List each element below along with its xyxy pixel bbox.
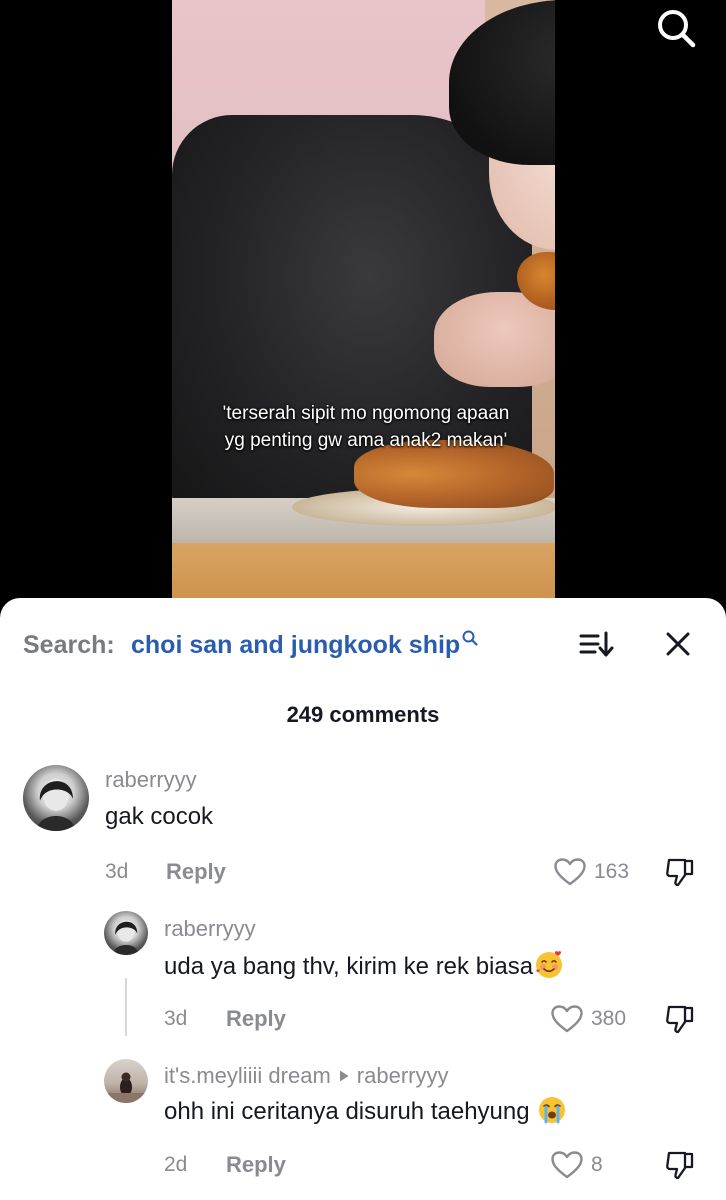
caret-right-icon <box>339 1070 349 1082</box>
comments-count: 249 comments <box>286 702 440 727</box>
comment-username[interactable]: it's.meyliiii dream raberryyy <box>164 1063 448 1089</box>
reply-to-username[interactable]: raberryyy <box>357 1063 449 1088</box>
sort-icon[interactable] <box>578 629 614 659</box>
comment-username[interactable]: raberryyy <box>105 767 197 793</box>
comments-sheet: Search: choi san and jungkook ship 249 c… <box>0 598 726 1200</box>
avatar[interactable] <box>104 1059 148 1103</box>
comment-time: 3d <box>105 860 129 883</box>
reply-item: it's.meyliiii dream raberryyy ohh ini cer… <box>0 1056 726 1200</box>
close-icon[interactable] <box>664 630 692 658</box>
comments-header: Search: choi san and jungkook ship 249 c… <box>0 598 726 727</box>
like-count: 380 <box>591 1007 627 1030</box>
heart-icon[interactable] <box>550 1004 584 1034</box>
search-label: Search: <box>23 631 115 659</box>
video-player[interactable]: 'terserah sipit mo ngomong apaan yg pent… <box>0 0 726 620</box>
related-search-text[interactable]: choi san and jungkook ship <box>131 631 460 659</box>
reply-author[interactable]: it's.meyliiii dream <box>164 1063 331 1088</box>
comment-item: raberryyy gak cocok 3d Reply 163 <box>0 758 726 893</box>
avatar-image <box>37 779 75 831</box>
video-caption-line-2: yg penting gw ama anak2 makan' <box>224 430 508 451</box>
comment-username[interactable]: raberryyy <box>164 916 256 942</box>
loudly-crying-face-icon <box>539 1096 566 1124</box>
comment-text: gak cocok <box>105 803 214 830</box>
reply-button[interactable]: Reply <box>166 859 226 885</box>
comment-time: 2d <box>164 1153 188 1176</box>
search-icon[interactable] <box>461 629 479 647</box>
avatar-image <box>104 1072 148 1103</box>
video-frame[interactable] <box>172 0 555 620</box>
thumbs-down-icon[interactable] <box>664 1149 696 1181</box>
like-count: 163 <box>594 860 630 883</box>
comment-text: uda ya bang thv, kirim ke rek biasa <box>164 950 564 981</box>
like-count: 8 <box>591 1153 603 1176</box>
search-icon[interactable] <box>654 6 698 50</box>
reply-button[interactable]: Reply <box>226 1152 286 1178</box>
reply-button[interactable]: Reply <box>226 1006 286 1032</box>
avatar[interactable] <box>23 765 89 831</box>
comment-text-body: uda ya bang thv, kirim ke rek biasa <box>164 953 534 980</box>
avatar-image <box>113 920 139 955</box>
video-caption: 'terserah sipit mo ngomong apaan yg pent… <box>196 400 536 454</box>
avatar[interactable] <box>104 911 148 955</box>
video-person-hair <box>449 0 555 165</box>
thumbs-down-icon[interactable] <box>664 856 696 888</box>
comment-time: 3d <box>164 1007 188 1030</box>
smiling-face-with-hearts-icon <box>536 950 563 978</box>
related-search-link[interactable]: choi san and jungkook ship <box>131 629 479 660</box>
video-person-hand <box>434 292 555 387</box>
video-person-head <box>434 0 555 250</box>
heart-icon[interactable] <box>553 857 587 887</box>
video-caption-line-1: 'terserah sipit mo ngomong apaan <box>222 403 510 424</box>
comment-text-body: ohh ini ceritanya disuruh taehyung <box>164 1098 530 1125</box>
reply-item: raberryyy uda ya bang thv, kirim ke rek … <box>0 908 726 1048</box>
thumbs-down-icon[interactable] <box>664 1003 696 1035</box>
heart-icon[interactable] <box>550 1150 584 1180</box>
comment-text: ohh ini ceritanya disuruh taehyung <box>164 1096 567 1126</box>
